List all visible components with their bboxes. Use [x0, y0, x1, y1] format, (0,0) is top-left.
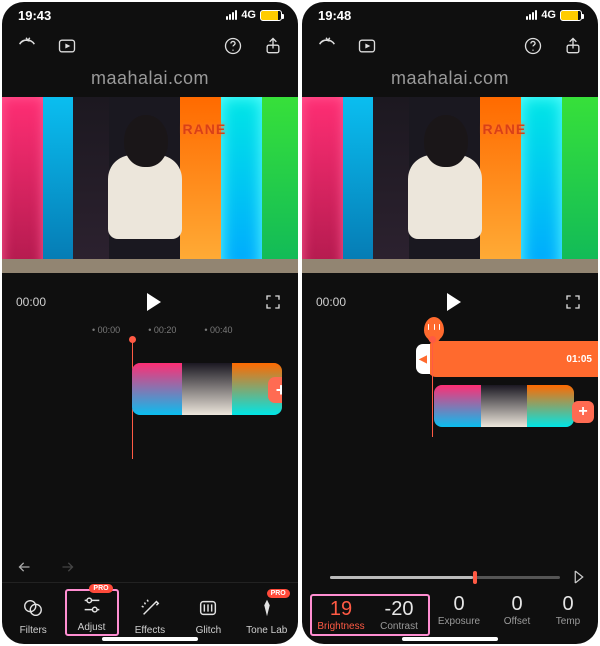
status-right: 4G [526, 9, 582, 21]
status-time: 19:43 [18, 8, 51, 23]
watermark-text: maahalai.com [302, 64, 598, 97]
home-indicator[interactable] [402, 637, 498, 641]
right-screenshot: 19:48 4G maahalai.com [302, 2, 598, 644]
tool-label: Tone Lab [246, 625, 287, 636]
battery-icon [260, 10, 282, 21]
video-clip[interactable]: + [132, 363, 282, 415]
param-value: 0 [488, 594, 546, 615]
highlighted-params: 19 Brightness -20 Contrast [310, 594, 430, 636]
param-brightness[interactable]: 19 Brightness [312, 599, 370, 632]
undo-row [2, 552, 298, 582]
tool-bar: Filters PRO Adjust Effects Glitch PRO [2, 582, 298, 644]
share-icon[interactable] [262, 35, 284, 57]
param-label: Contrast [370, 621, 428, 632]
preview-sign-text: RANE [183, 121, 227, 137]
param-contrast[interactable]: -20 Contrast [370, 599, 428, 632]
signal-icon [226, 10, 237, 20]
value-slider-row [302, 560, 598, 592]
tonelab-icon [255, 596, 279, 620]
param-label: Brightness [312, 621, 370, 632]
tool-label: Filters [20, 625, 47, 636]
tool-effects[interactable]: Effects [123, 596, 177, 636]
tool-adjust[interactable]: PRO Adjust [65, 589, 119, 636]
status-bar: 19:48 4G [302, 2, 598, 28]
param-exposure[interactable]: 0 Exposure [430, 594, 488, 627]
back-icon[interactable] [16, 35, 38, 57]
adjust-icon [80, 593, 104, 617]
redo-icon[interactable] [54, 556, 76, 578]
tool-label: Effects [135, 625, 165, 636]
param-value: 0 [546, 594, 590, 615]
clip-duration: 01:05 [566, 354, 592, 365]
add-clip-button[interactable]: + [572, 401, 594, 423]
tool-filters[interactable]: Filters [6, 596, 60, 636]
preview-video-icon[interactable] [356, 35, 378, 57]
param-offset[interactable]: 0 Offset [488, 594, 546, 627]
tool-tonelab[interactable]: PRO Tone Lab [240, 596, 294, 636]
ruler-tick: 00:20 [148, 325, 176, 335]
tool-label: Adjust [78, 622, 106, 633]
filters-icon [21, 596, 45, 620]
tool-glitch[interactable]: Glitch [181, 596, 235, 636]
param-value: 19 [312, 599, 370, 620]
value-slider[interactable] [330, 576, 560, 579]
status-right: 4G [226, 9, 282, 21]
param-value: 0 [430, 594, 488, 615]
video-preview[interactable]: RANE [2, 97, 298, 273]
help-icon[interactable] [222, 35, 244, 57]
timeline-ruler: 00:00 00:20 00:40 [2, 323, 298, 339]
ruler-tick: 00:00 [92, 325, 120, 335]
timeline[interactable]: ◀ 01:05 + [302, 323, 598, 560]
play-button[interactable] [147, 293, 161, 311]
effects-icon [138, 596, 162, 620]
play-button[interactable] [447, 293, 461, 311]
app-top-bar [302, 28, 598, 64]
timeline[interactable]: 00:00 00:20 00:40 + [2, 323, 298, 552]
param-label: Exposure [430, 616, 488, 627]
glitch-icon [196, 596, 220, 620]
help-icon[interactable] [522, 35, 544, 57]
watermark-text: maahalai.com [2, 64, 298, 97]
clip-trim-handle[interactable]: ◀ [416, 344, 430, 374]
back-icon[interactable] [316, 35, 338, 57]
param-value: -20 [370, 599, 428, 620]
pro-badge: PRO [89, 584, 112, 593]
preview-video-icon[interactable] [56, 35, 78, 57]
param-label: Temp [546, 616, 590, 627]
add-clip-button[interactable]: + [268, 377, 282, 403]
left-screenshot: 19:43 4G maahalai.com [2, 2, 298, 644]
playback-controls: 00:00 [2, 273, 298, 323]
network-label: 4G [541, 9, 556, 21]
status-time: 19:48 [318, 8, 351, 23]
current-time: 00:00 [16, 295, 46, 309]
video-preview[interactable]: RANE [302, 97, 598, 273]
current-time: 00:00 [316, 295, 346, 309]
signal-icon [526, 10, 537, 20]
status-bar: 19:43 4G [2, 2, 298, 28]
pro-badge: PRO [267, 589, 290, 598]
app-top-bar [2, 28, 298, 64]
compare-icon[interactable] [570, 568, 588, 586]
share-icon[interactable] [562, 35, 584, 57]
ruler-tick: 00:40 [204, 325, 232, 335]
tool-label: Glitch [196, 625, 222, 636]
param-temp[interactable]: 0 Temp [546, 594, 590, 627]
preview-sign-text: RANE [483, 121, 527, 137]
battery-icon [560, 10, 582, 21]
home-indicator[interactable] [102, 637, 198, 641]
param-label: Offset [488, 616, 546, 627]
fullscreen-icon[interactable] [262, 291, 284, 313]
fullscreen-icon[interactable] [562, 291, 584, 313]
playhead[interactable] [432, 339, 433, 437]
video-clip[interactable] [434, 385, 574, 427]
network-label: 4G [241, 9, 256, 21]
playback-controls: 00:00 [302, 273, 598, 323]
adjustment-clip[interactable]: ◀ 01:05 [428, 341, 598, 377]
undo-icon[interactable] [16, 556, 38, 578]
